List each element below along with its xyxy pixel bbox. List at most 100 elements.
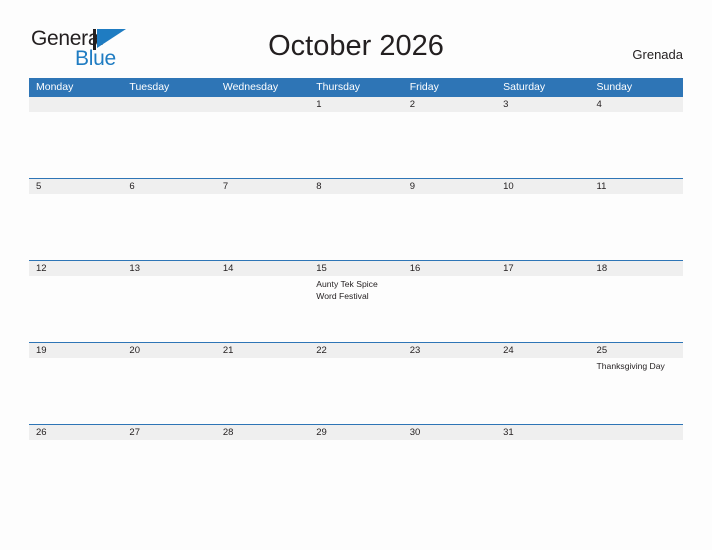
week-row: 12 13 14 15 16 17 18 Aunty Tek Spice Wor… (29, 260, 683, 342)
day-cell[interactable] (122, 276, 215, 342)
day-number[interactable]: 2 (403, 97, 496, 112)
day-number[interactable]: 12 (29, 261, 122, 276)
weekday-header-tuesday: Tuesday (129, 81, 170, 93)
day-cell[interactable] (216, 440, 309, 506)
event-label: Aunty Tek Spice Word Festival (316, 279, 378, 301)
day-number[interactable]: 17 (496, 261, 589, 276)
day-cell[interactable] (309, 440, 402, 506)
weekday-header-monday: Monday (36, 81, 74, 93)
day-cell[interactable] (309, 194, 402, 260)
week-date-strip: 12 13 14 15 16 17 18 (29, 261, 683, 276)
day-cell[interactable] (122, 440, 215, 506)
day-number[interactable] (590, 425, 683, 440)
day-cell[interactable] (590, 194, 683, 260)
day-number[interactable]: 29 (309, 425, 402, 440)
day-cell[interactable]: Thanksgiving Day (590, 358, 683, 424)
day-number[interactable]: 18 (590, 261, 683, 276)
day-number[interactable] (216, 97, 309, 112)
day-number[interactable]: 28 (216, 425, 309, 440)
day-number[interactable]: 21 (216, 343, 309, 358)
week-event-strip (29, 194, 683, 260)
day-cell[interactable] (590, 440, 683, 506)
day-number[interactable]: 1 (309, 97, 402, 112)
day-number[interactable]: 24 (496, 343, 589, 358)
day-number[interactable]: 10 (496, 179, 589, 194)
calendar-grid: Monday Tuesday Wednesday Thursday Friday… (29, 78, 683, 506)
weekday-header-sunday: Sunday (596, 81, 633, 93)
day-number[interactable]: 7 (216, 179, 309, 194)
day-number[interactable]: 4 (590, 97, 683, 112)
weekday-header-friday: Friday (409, 81, 439, 93)
day-number[interactable]: 25 (590, 343, 683, 358)
day-cell[interactable]: Aunty Tek Spice Word Festival (309, 276, 402, 342)
week-event-strip (29, 440, 683, 506)
day-cell[interactable] (216, 112, 309, 178)
day-number[interactable]: 11 (590, 179, 683, 194)
page-header: General Blue October 2026 Grenada (0, 0, 712, 78)
day-cell[interactable] (216, 194, 309, 260)
day-cell[interactable] (122, 194, 215, 260)
week-event-strip: Thanksgiving Day (29, 358, 683, 424)
day-cell[interactable] (403, 276, 496, 342)
day-cell[interactable] (122, 112, 215, 178)
day-cell[interactable] (216, 358, 309, 424)
day-number[interactable] (29, 97, 122, 112)
day-number[interactable]: 27 (122, 425, 215, 440)
page-title: October 2026 (268, 30, 444, 62)
day-number[interactable] (122, 97, 215, 112)
day-number[interactable]: 8 (309, 179, 402, 194)
day-number[interactable]: 6 (122, 179, 215, 194)
day-number[interactable]: 3 (496, 97, 589, 112)
weekday-header-thursday: Thursday (316, 81, 361, 93)
day-cell[interactable] (309, 112, 402, 178)
day-number[interactable]: 15 (309, 261, 402, 276)
week-event-strip (29, 112, 683, 178)
week-row: 26 27 28 29 30 31 (29, 424, 683, 506)
day-cell[interactable] (122, 358, 215, 424)
day-number[interactable]: 31 (496, 425, 589, 440)
week-date-strip: 26 27 28 29 30 31 (29, 425, 683, 440)
day-cell[interactable] (403, 358, 496, 424)
day-number[interactable]: 16 (403, 261, 496, 276)
event-label: Thanksgiving Day (596, 361, 665, 371)
week-date-strip: 5 6 7 8 9 10 11 (29, 179, 683, 194)
day-number[interactable]: 19 (29, 343, 122, 358)
week-date-strip: 1 2 3 4 (29, 97, 683, 112)
day-number[interactable]: 22 (309, 343, 402, 358)
weekday-header-saturday: Saturday (503, 81, 546, 93)
week-date-strip: 19 20 21 22 23 24 25 (29, 343, 683, 358)
week-row: 1 2 3 4 (29, 96, 683, 178)
locale-label: Grenada (632, 47, 683, 62)
day-number[interactable]: 5 (29, 179, 122, 194)
day-cell[interactable] (29, 112, 122, 178)
week-event-strip: Aunty Tek Spice Word Festival (29, 276, 683, 342)
day-number[interactable]: 30 (403, 425, 496, 440)
day-cell[interactable] (496, 112, 589, 178)
day-cell[interactable] (496, 440, 589, 506)
day-number[interactable]: 26 (29, 425, 122, 440)
day-cell[interactable] (29, 276, 122, 342)
day-cell[interactable] (403, 194, 496, 260)
day-number[interactable]: 20 (122, 343, 215, 358)
day-number[interactable]: 9 (403, 179, 496, 194)
day-number[interactable]: 13 (122, 261, 215, 276)
day-cell[interactable] (496, 358, 589, 424)
weekday-header-wednesday: Wednesday (222, 81, 279, 93)
day-cell[interactable] (29, 440, 122, 506)
day-cell[interactable] (29, 358, 122, 424)
day-cell[interactable] (216, 276, 309, 342)
day-number[interactable]: 14 (216, 261, 309, 276)
day-cell[interactable] (29, 194, 122, 260)
week-row: 5 6 7 8 9 10 11 (29, 178, 683, 260)
day-number[interactable]: 23 (403, 343, 496, 358)
day-cell[interactable] (496, 194, 589, 260)
day-cell[interactable] (590, 276, 683, 342)
day-cell[interactable] (403, 440, 496, 506)
day-cell[interactable] (309, 358, 402, 424)
day-cell[interactable] (403, 112, 496, 178)
week-row: 19 20 21 22 23 24 25 Thanksgiving Day (29, 342, 683, 424)
calendar-page: General Blue October 2026 Grenada Monday… (0, 0, 712, 550)
weekday-header-row: Monday Tuesday Wednesday Thursday Friday… (29, 78, 683, 96)
day-cell[interactable] (496, 276, 589, 342)
day-cell[interactable] (590, 112, 683, 178)
